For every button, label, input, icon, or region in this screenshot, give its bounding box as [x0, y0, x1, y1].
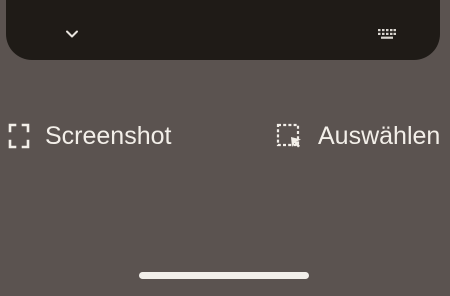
screenshot-frame-icon: [8, 123, 30, 149]
screenshot-label: Screenshot: [45, 122, 172, 150]
home-indicator[interactable]: [139, 272, 309, 279]
select-button[interactable]: Auswählen: [275, 116, 440, 156]
keyboard-icon[interactable]: [377, 28, 397, 40]
select-label: Auswählen: [318, 122, 441, 150]
chevron-down-icon[interactable]: [64, 28, 80, 40]
top-panel: [6, 0, 440, 60]
screenshot-button[interactable]: Screenshot: [8, 116, 171, 156]
select-area-icon: [276, 123, 301, 148]
